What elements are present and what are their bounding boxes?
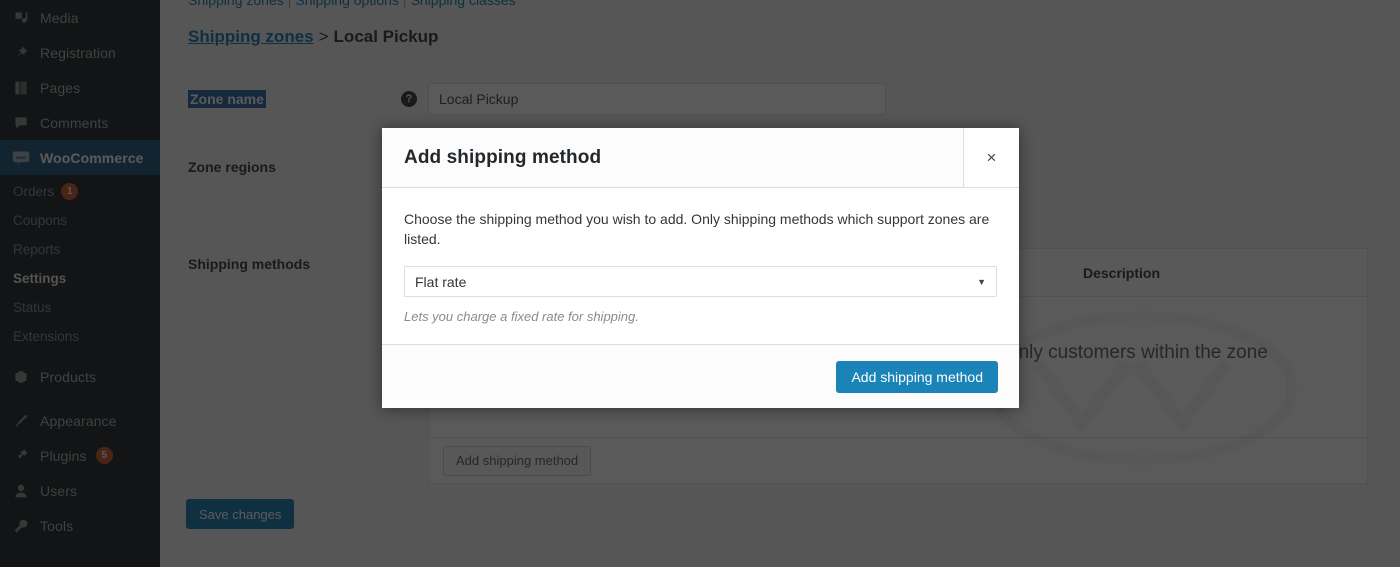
chevron-down-icon: ▼ [977,276,986,287]
close-icon[interactable]: × [963,128,1019,187]
modal-description: Choose the shipping method you wish to a… [404,211,990,247]
shipping-method-selected-value: Flat rate [415,273,467,290]
admin-screen: Shipping zones|Shipping options|Shipping… [0,0,1400,567]
modal-header: Add shipping method × [382,128,1019,188]
add-shipping-method-modal: Add shipping method × Choose the shippin… [382,128,1019,409]
shipping-method-hint: Lets you charge a fixed rate for shippin… [404,309,639,325]
modal-body: Choose the shipping method you wish to a… [382,188,1019,346]
modal-footer: Add shipping method [382,345,1019,409]
shipping-method-select[interactable]: Flat rate ▼ [404,266,997,298]
modal-submit-button[interactable]: Add shipping method [836,360,998,393]
modal-title: Add shipping method [404,146,602,168]
